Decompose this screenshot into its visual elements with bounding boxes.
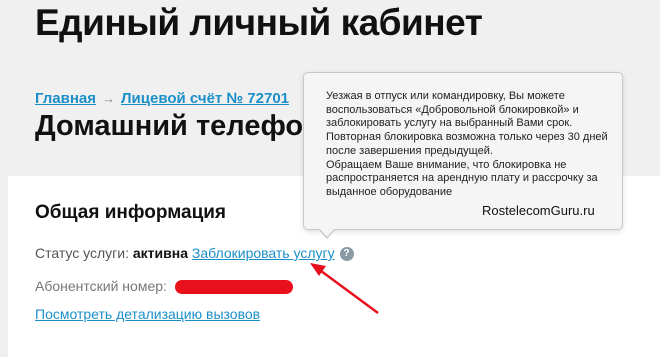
tooltip-pointer xyxy=(318,228,336,239)
tooltip-text-1: Уезжая в отпуск или командировку, Вы мож… xyxy=(326,90,608,157)
watermark: RostelecomGuru.ru xyxy=(482,203,595,218)
tooltip-text-2: Обращаем Ваше внимание, что блокировка н… xyxy=(326,158,598,198)
annotation-arrow-line xyxy=(316,266,379,315)
